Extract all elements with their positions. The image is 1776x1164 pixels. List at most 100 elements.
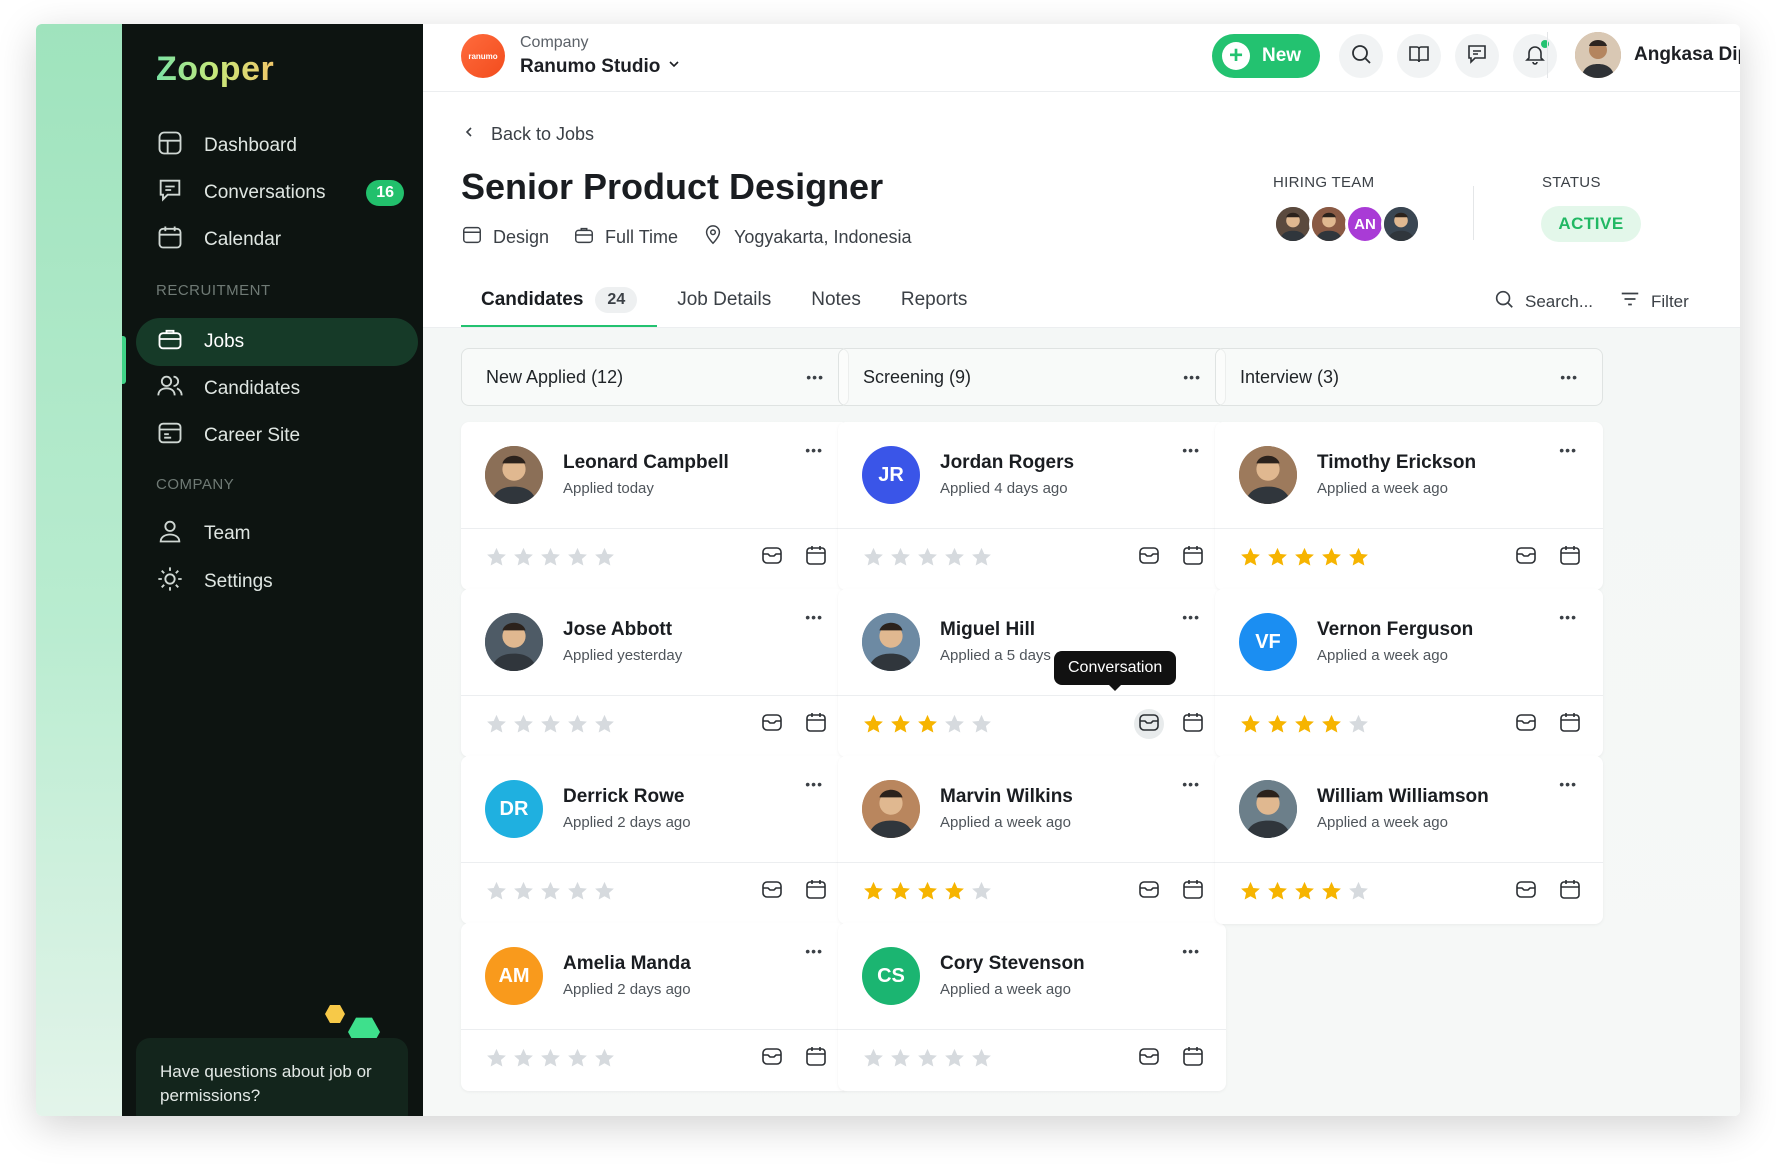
star-rating[interactable] [485, 546, 616, 574]
star-icon[interactable] [1347, 880, 1370, 908]
star-icon[interactable] [1347, 713, 1370, 741]
candidate-card[interactable]: Jose Abbott Applied yesterday ••• [461, 589, 849, 757]
team-member-avatar[interactable] [1381, 204, 1421, 244]
star-icon[interactable] [1239, 713, 1262, 741]
message-button[interactable] [757, 709, 787, 739]
more-options-icon[interactable]: ••• [806, 369, 824, 385]
candidate-name[interactable]: William Williamson [1317, 786, 1489, 808]
candidate-card[interactable]: AM Amelia Manda Applied 2 days ago ••• [461, 923, 849, 1091]
star-icon[interactable] [943, 546, 966, 574]
schedule-button[interactable] [1555, 876, 1585, 906]
star-icon[interactable] [889, 546, 912, 574]
schedule-button[interactable] [1555, 542, 1585, 572]
star-rating[interactable] [1239, 546, 1370, 574]
star-icon[interactable] [1293, 880, 1316, 908]
new-button[interactable]: + New [1212, 34, 1320, 78]
schedule-button[interactable] [1178, 1043, 1208, 1073]
candidate-card[interactable]: Timothy Erickson Applied a week ago ••• [1215, 422, 1603, 590]
schedule-button[interactable] [1178, 542, 1208, 572]
tab-reports[interactable]: Reports [881, 272, 988, 328]
company-switcher[interactable]: Ranumo Studio [520, 56, 682, 78]
message-button[interactable] [1134, 542, 1164, 572]
team-member-avatar[interactable] [1273, 204, 1313, 244]
more-options-icon[interactable]: ••• [1559, 609, 1577, 625]
more-options-icon[interactable]: ••• [805, 776, 823, 792]
star-icon[interactable] [566, 546, 589, 574]
star-icon[interactable] [943, 1047, 966, 1075]
user-name[interactable]: Angkasa Dipta [1634, 44, 1740, 66]
sidebar-item-conversations[interactable]: Conversations 16 [136, 169, 418, 217]
star-icon[interactable] [970, 880, 993, 908]
tab-notes[interactable]: Notes [791, 272, 881, 328]
sidebar-item-career-site[interactable]: Career Site [136, 412, 418, 460]
star-rating[interactable] [485, 880, 616, 908]
more-options-icon[interactable]: ••• [805, 442, 823, 458]
tab-candidates[interactable]: Candidates 24 [461, 272, 658, 328]
sidebar-item-candidates[interactable]: Candidates [136, 365, 418, 413]
star-icon[interactable] [1239, 880, 1262, 908]
candidate-name[interactable]: Cory Stevenson [940, 953, 1085, 975]
star-icon[interactable] [943, 713, 966, 741]
sidebar-item-dashboard[interactable]: Dashboard [136, 122, 418, 170]
star-icon[interactable] [539, 880, 562, 908]
more-options-icon[interactable]: ••• [1183, 369, 1201, 385]
team-member-avatar[interactable] [1309, 204, 1349, 244]
star-rating[interactable] [485, 1047, 616, 1075]
sidebar-item-calendar[interactable]: Calendar [136, 216, 418, 264]
star-icon[interactable] [1266, 880, 1289, 908]
candidate-card[interactable]: William Williamson Applied a week ago ••• [1215, 756, 1603, 924]
messages-button[interactable] [1455, 34, 1499, 78]
back-link[interactable]: Back to Jobs [461, 124, 594, 145]
status-badge[interactable]: ACTIVE [1541, 206, 1641, 242]
star-rating[interactable] [485, 713, 616, 741]
star-rating[interactable] [862, 880, 993, 908]
star-icon[interactable] [512, 1047, 535, 1075]
message-button[interactable] [1511, 709, 1541, 739]
star-icon[interactable] [1266, 713, 1289, 741]
schedule-button[interactable] [1178, 876, 1208, 906]
star-icon[interactable] [916, 1047, 939, 1075]
more-options-icon[interactable]: ••• [1182, 442, 1200, 458]
star-icon[interactable] [512, 880, 535, 908]
candidate-name[interactable]: Miguel Hill [940, 619, 1035, 641]
message-button[interactable] [757, 1043, 787, 1073]
message-button[interactable] [1511, 876, 1541, 906]
star-icon[interactable] [889, 880, 912, 908]
star-icon[interactable] [566, 880, 589, 908]
candidate-name[interactable]: Derrick Rowe [563, 786, 684, 808]
notifications-button[interactable] [1513, 34, 1557, 78]
star-icon[interactable] [566, 713, 589, 741]
star-icon[interactable] [916, 880, 939, 908]
more-options-icon[interactable]: ••• [1559, 776, 1577, 792]
candidate-name[interactable]: Amelia Manda [563, 953, 691, 975]
candidate-name[interactable]: Jordan Rogers [940, 452, 1074, 474]
more-options-icon[interactable]: ••• [1182, 776, 1200, 792]
schedule-button[interactable] [801, 1043, 831, 1073]
schedule-button[interactable] [801, 542, 831, 572]
more-options-icon[interactable]: ••• [1182, 609, 1200, 625]
star-icon[interactable] [593, 713, 616, 741]
schedule-button[interactable] [1555, 709, 1585, 739]
star-rating[interactable] [1239, 713, 1370, 741]
star-icon[interactable] [970, 546, 993, 574]
candidate-card[interactable]: CS Cory Stevenson Applied a week ago ••• [838, 923, 1226, 1091]
help-card[interactable]: Have questions about job or permissions? [136, 1038, 408, 1116]
star-icon[interactable] [1239, 546, 1262, 574]
star-icon[interactable] [485, 880, 508, 908]
filter-button[interactable]: Filter [1619, 288, 1689, 315]
star-icon[interactable] [943, 880, 966, 908]
message-button[interactable] [757, 542, 787, 572]
hiring-team-avatars[interactable]: AN [1273, 204, 1421, 244]
star-icon[interactable] [485, 546, 508, 574]
candidate-card[interactable]: Marvin Wilkins Applied a week ago ••• [838, 756, 1226, 924]
column-header[interactable]: New Applied (12) ••• [461, 348, 849, 406]
message-button[interactable] [757, 876, 787, 906]
more-options-icon[interactable]: ••• [1182, 943, 1200, 959]
message-button[interactable] [1134, 709, 1164, 739]
star-icon[interactable] [970, 713, 993, 741]
star-icon[interactable] [1293, 546, 1316, 574]
star-icon[interactable] [539, 1047, 562, 1075]
star-rating[interactable] [862, 1047, 993, 1075]
search-button[interactable] [1339, 34, 1383, 78]
star-icon[interactable] [593, 1047, 616, 1075]
